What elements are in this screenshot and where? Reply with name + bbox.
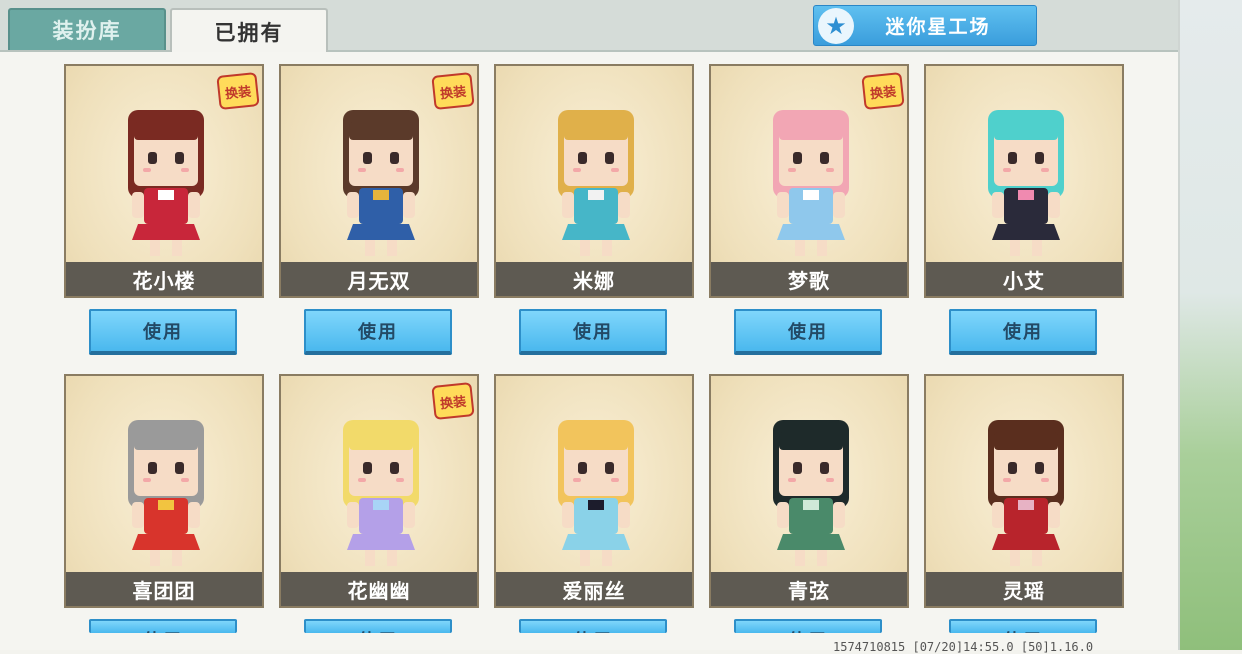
use-button-label: 使用	[573, 322, 613, 343]
character-portrait	[321, 92, 441, 262]
use-button-label: 使用	[1003, 322, 1043, 343]
use-button-label: 使用	[358, 322, 398, 343]
use-button[interactable]: 使用	[734, 309, 882, 355]
use-button[interactable]: 使用	[949, 619, 1097, 633]
use-button[interactable]: 使用	[304, 619, 452, 633]
character-name: 小艾	[926, 262, 1122, 296]
skin-card[interactable]: 换装花小楼	[64, 64, 264, 298]
character-name: 青弦	[711, 572, 907, 606]
skin-card[interactable]: 小艾	[924, 64, 1124, 298]
skin-card[interactable]: 换装花幽幽	[279, 374, 479, 608]
skin-card[interactable]: 爱丽丝	[494, 374, 694, 608]
character-portrait	[966, 402, 1086, 572]
use-button[interactable]: 使用	[89, 619, 237, 633]
skin-card[interactable]: 喜团团	[64, 374, 264, 608]
character-name: 花小楼	[66, 262, 262, 296]
skin-card[interactable]: 换装梦歌	[709, 64, 909, 298]
character-portrait	[321, 402, 441, 572]
limited-badge-icon: 换装	[861, 72, 905, 110]
use-button-label: 使用	[788, 322, 828, 343]
character-portrait	[966, 92, 1086, 262]
limited-badge-icon: 换装	[431, 382, 475, 420]
skin-card[interactable]: 换装月无双	[279, 64, 479, 298]
skin-card[interactable]: 灵瑶	[924, 374, 1124, 608]
star-icon: ★	[818, 7, 854, 44]
character-name: 花幽幽	[281, 572, 477, 606]
use-button[interactable]: 使用	[304, 309, 452, 355]
character-portrait	[751, 92, 871, 262]
limited-badge-icon: 换装	[431, 72, 475, 110]
use-button[interactable]: 使用	[519, 619, 667, 633]
character-portrait	[536, 402, 656, 572]
use-button-label: 使用	[143, 627, 183, 633]
tab-owned[interactable]: 已拥有	[170, 8, 328, 53]
background-scenery	[1178, 0, 1242, 650]
character-portrait	[106, 92, 226, 262]
character-portrait	[106, 402, 226, 572]
use-button-label: 使用	[143, 322, 183, 343]
character-portrait	[536, 92, 656, 262]
use-button[interactable]: 使用	[519, 309, 667, 355]
top-tab-bar: 装扮库 已拥有 ★ 迷你星工场	[0, 0, 1178, 53]
mini-star-workshop-button[interactable]: ★ 迷你星工场	[813, 5, 1037, 46]
use-button-label: 使用	[788, 627, 828, 633]
character-name: 月无双	[281, 262, 477, 296]
use-button-label: 使用	[573, 627, 613, 633]
version-info: 1574710815 [07/20]14:55.0 [50]1.16.0	[833, 640, 1094, 654]
character-name: 喜团团	[66, 572, 262, 606]
character-name: 灵瑶	[926, 572, 1122, 606]
character-name: 米娜	[496, 262, 692, 296]
use-button[interactable]: 使用	[734, 619, 882, 633]
workshop-label: 迷你星工场	[885, 16, 991, 38]
character-portrait	[751, 402, 871, 572]
skin-card[interactable]: 米娜	[494, 64, 694, 298]
tab-costume-library[interactable]: 装扮库	[8, 8, 166, 50]
use-button[interactable]: 使用	[949, 309, 1097, 355]
use-button-label: 使用	[1003, 627, 1043, 633]
character-name: 爱丽丝	[496, 572, 692, 606]
limited-badge-icon: 换装	[216, 72, 260, 110]
skin-card[interactable]: 青弦	[709, 374, 909, 608]
use-button-label: 使用	[358, 627, 398, 633]
use-button[interactable]: 使用	[89, 309, 237, 355]
character-name: 梦歌	[711, 262, 907, 296]
